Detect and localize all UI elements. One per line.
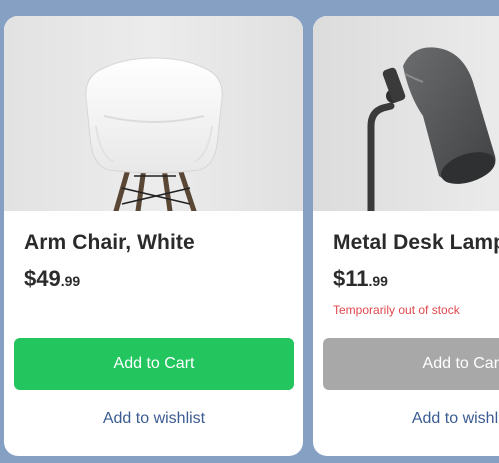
product-card: Metal Desk Lamp $11.99 Temporarily out o… (313, 16, 499, 456)
add-to-cart-button[interactable]: Add to Cart (14, 338, 294, 390)
product-card: Arm Chair, White $49.99 Add to Cart Add … (4, 16, 303, 456)
price-cents: .99 (368, 273, 388, 289)
product-title: Metal Desk Lamp (333, 231, 499, 254)
desk-lamp-image (313, 16, 499, 211)
price-whole: $49 (24, 266, 61, 291)
price-cents: .99 (60, 273, 81, 289)
out-of-stock-notice: Temporarily out of stock (333, 303, 460, 317)
add-to-wishlist-link[interactable]: Add to wishlist (14, 410, 294, 428)
product-carousel: Arm Chair, White $49.99 Add to Cart Add … (0, 0, 499, 463)
product-price: $11.99 (333, 266, 388, 292)
price-whole: $11 (333, 266, 369, 291)
product-title: Arm Chair, White (24, 231, 195, 254)
product-price: $49.99 (24, 266, 80, 292)
add-to-cart-button-disabled[interactable]: Add to Cart (323, 338, 499, 390)
product-image (4, 16, 303, 211)
add-to-wishlist-link[interactable]: Add to wishlist (323, 410, 499, 428)
arm-chair-image (4, 16, 303, 211)
product-image (313, 16, 499, 211)
